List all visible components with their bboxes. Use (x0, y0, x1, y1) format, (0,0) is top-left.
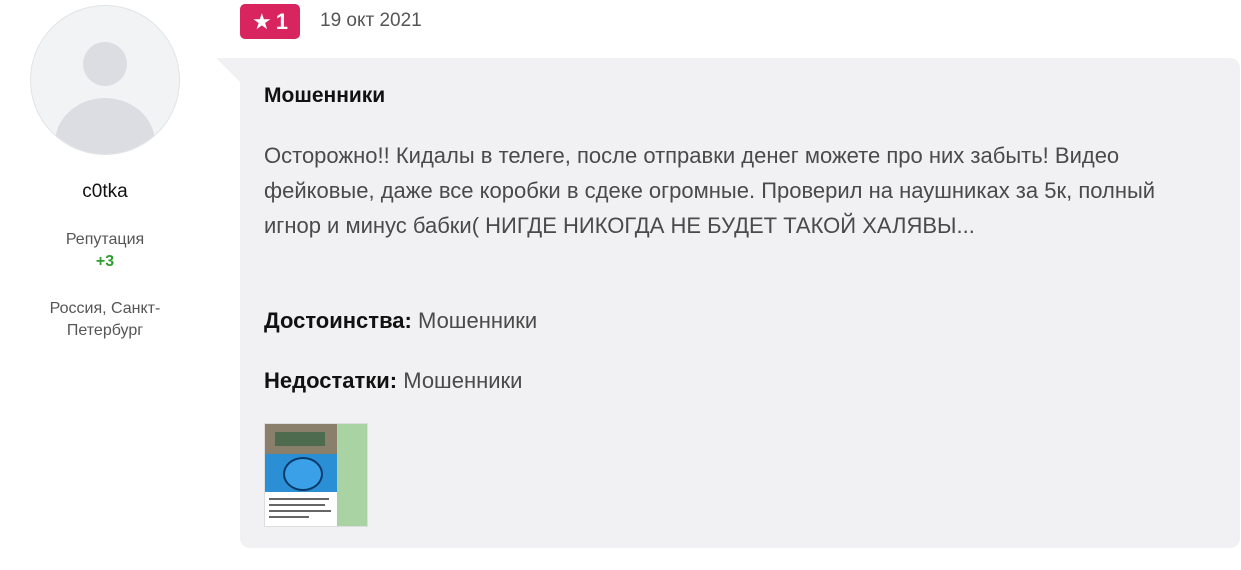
avatar[interactable] (30, 5, 180, 155)
photo-caption-line (269, 510, 331, 512)
pros-label: Достоинства: (264, 308, 412, 333)
photo-region (337, 424, 367, 526)
cons-label: Недостатки: (264, 368, 398, 393)
review-date: 19 окт 2021 (320, 10, 422, 31)
avatar-body-shape (55, 98, 155, 154)
photo-caption-line (269, 516, 309, 518)
photo-logo-shape (283, 457, 323, 491)
review-cons: Недостатки: Мошенники (264, 368, 522, 394)
review-title: Мошенники (264, 84, 386, 107)
review-text: Осторожно!! Кидалы в телеге, после отпра… (264, 143, 1156, 238)
pros-value: Мошенники (418, 308, 538, 333)
photo-region (275, 432, 325, 446)
star-icon: ★ (252, 8, 272, 34)
bubble-tail (216, 58, 240, 82)
review-photo-thumbnail[interactable] (264, 423, 368, 527)
rating-badge: ★ 1 (240, 4, 300, 39)
reputation-label: Репутация (65, 231, 145, 248)
rating-value: 1 (275, 8, 288, 34)
username[interactable]: c0tka (0, 181, 210, 203)
photo-caption-line (269, 504, 325, 506)
user-location: Россия, Санкт-Петербург (49, 300, 161, 339)
photo-caption-line (269, 498, 329, 500)
reputation-value: +3 (95, 253, 115, 270)
review-pros: Достоинства: Мошенники (264, 308, 537, 334)
avatar-head-shape (83, 42, 127, 86)
cons-value: Мошенники (403, 368, 523, 393)
review-card: Мошенники Осторожно!! Кидалы в телеге, п… (240, 58, 1240, 548)
